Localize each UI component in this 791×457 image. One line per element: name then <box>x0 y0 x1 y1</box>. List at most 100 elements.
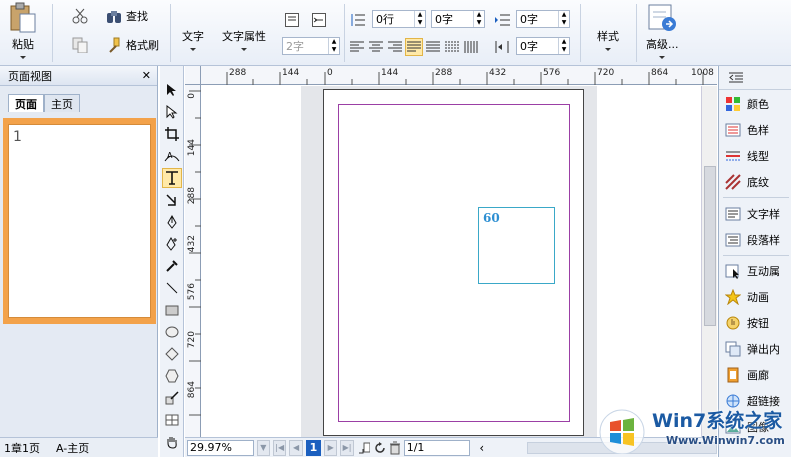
current-page-indicator[interactable]: 1 <box>305 439 321 456</box>
animation-panel-item[interactable]: 动画 <box>725 286 791 308</box>
chevron-up-icon[interactable]: ▲ <box>474 11 484 19</box>
align-right-button[interactable] <box>386 38 404 56</box>
columns-icon <box>464 41 478 53</box>
stroke-panel-item[interactable]: 线型 <box>725 145 791 167</box>
page-thumbnail[interactable]: 1 <box>8 124 151 318</box>
chevron-down-icon[interactable]: ▼ <box>559 46 569 54</box>
hexagon-icon <box>165 369 179 383</box>
tab-master[interactable]: 主页 <box>44 94 80 112</box>
first-page-button[interactable]: |◀ <box>273 439 287 456</box>
pen-tool[interactable] <box>162 212 182 232</box>
line-spacing-stepper[interactable]: 0行 ▲ ▼ <box>372 10 426 28</box>
scroll-left-icon[interactable]: ‹ <box>479 441 484 455</box>
text-menu-button[interactable]: 文字 <box>182 26 204 51</box>
popup-panel-item[interactable]: 弹出内 <box>725 338 791 360</box>
vertical-scrollbar[interactable] <box>701 86 717 437</box>
page-count-field[interactable]: 1/1 <box>403 439 471 456</box>
color-panel-item[interactable]: 颜色 <box>725 93 791 115</box>
scrollbar-thumb[interactable] <box>704 166 716 326</box>
add-anchor-tool[interactable] <box>162 234 182 254</box>
chevron-up-icon[interactable]: ▲ <box>559 11 569 19</box>
table-tool[interactable] <box>162 410 182 430</box>
document-page[interactable]: 60 <box>323 89 584 436</box>
align-top-button[interactable] <box>283 11 301 29</box>
char-spacing-stepper[interactable]: 0字 ▲ ▼ <box>431 10 485 28</box>
chevron-down-icon[interactable]: ▼ <box>474 19 484 27</box>
justify-icon <box>407 41 421 52</box>
font-size-stepper[interactable]: 2字 ▲ ▼ <box>282 37 340 55</box>
style-button[interactable]: 样式 <box>597 26 619 51</box>
eyedropper-tool[interactable] <box>162 256 182 276</box>
line-tool-alt[interactable] <box>162 190 182 210</box>
indent-left-stepper[interactable]: 0字 ▲ ▼ <box>516 10 570 28</box>
hand-pointer-icon <box>726 316 740 330</box>
path-text-tool[interactable]: A <box>162 146 182 166</box>
line-tool[interactable] <box>162 278 182 298</box>
ruler-corner[interactable] <box>185 66 201 85</box>
hand-tool[interactable] <box>162 432 182 452</box>
align-left-button[interactable] <box>348 38 366 56</box>
text-properties-button[interactable]: 文字属性 <box>222 26 266 51</box>
justify-all-button[interactable] <box>424 38 442 56</box>
paragraph-style-panel-item[interactable]: 段落样 <box>725 229 791 251</box>
chevron-down-icon <box>605 48 611 51</box>
image-panel-item[interactable]: 图像 <box>725 416 791 438</box>
direct-select-tool[interactable] <box>162 102 182 122</box>
trash-icon[interactable] <box>389 441 401 455</box>
panel-collapse-button[interactable] <box>719 66 791 90</box>
add-page-icon[interactable] <box>357 441 371 455</box>
text-frame[interactable]: 60 <box>478 207 555 284</box>
select-tool[interactable] <box>162 80 182 100</box>
document-canvas[interactable]: 60 <box>202 86 717 437</box>
justify-button[interactable] <box>405 38 423 56</box>
ellipse-tool[interactable] <box>162 322 182 342</box>
advanced-button[interactable]: 高级... <box>646 2 679 59</box>
chevron-down-icon[interactable]: ▼ <box>329 46 339 54</box>
pattern-panel-item[interactable]: 底纹 <box>725 171 791 193</box>
vertical-ruler[interactable]: 0 144 288 432 576 720 864 <box>185 85 201 437</box>
format-painter-button[interactable]: 格式刷 <box>106 37 159 53</box>
distribute-button[interactable] <box>443 38 461 56</box>
interactive-panel-item[interactable]: 互动属 <box>725 260 791 282</box>
prev-page-button[interactable]: ◀ <box>289 439 303 456</box>
tab-pages[interactable]: 页面 <box>8 94 44 112</box>
align-center-button[interactable] <box>367 38 385 56</box>
cut-button[interactable] <box>72 8 88 24</box>
find-button[interactable]: 查找 <box>106 8 148 24</box>
align-middle-button[interactable] <box>310 11 328 29</box>
distribute-columns-button[interactable] <box>462 38 480 56</box>
first-line-indent-stepper[interactable]: 0字 ▲ ▼ <box>516 37 570 55</box>
chevron-up-icon[interactable]: ▲ <box>559 38 569 46</box>
text-style-panel-item[interactable]: 文字样 <box>725 203 791 225</box>
last-page-button[interactable]: ▶| <box>340 439 354 456</box>
rectangle-tool[interactable] <box>162 300 182 320</box>
page-thumbnail-selected[interactable]: 1 <box>3 118 156 324</box>
swatches-icon <box>725 123 741 137</box>
zoom-field[interactable]: 29.97% <box>187 439 254 456</box>
diamond-tool[interactable] <box>162 344 182 364</box>
chevron-up-icon[interactable]: ▲ <box>329 38 339 46</box>
next-page-button[interactable]: ▶ <box>323 439 338 456</box>
horizontal-scrollbar[interactable] <box>527 441 718 454</box>
button-panel-item[interactable]: 按钮 <box>725 312 791 334</box>
crop-tool[interactable] <box>162 124 182 144</box>
hyperlink-panel-item[interactable]: 超链接 <box>725 390 791 412</box>
gallery-panel-item[interactable]: 画廊 <box>725 364 791 386</box>
chevron-down-icon[interactable]: ▼ <box>415 19 425 27</box>
interactive-icon <box>725 264 739 279</box>
gradient-tool[interactable] <box>162 388 182 408</box>
text-tool[interactable] <box>162 168 182 188</box>
copy-button[interactable] <box>72 37 88 53</box>
char-spacing-value: 0字 <box>435 13 453 26</box>
gallery-icon <box>727 367 739 383</box>
horizontal-ruler[interactable]: 288 144 0 144 288 432 576 720 864 1008 <box>201 66 717 85</box>
paste-button[interactable]: 粘贴 <box>8 2 38 59</box>
chevron-up-icon[interactable]: ▲ <box>415 11 425 19</box>
swatches-panel-item[interactable]: 色样 <box>725 119 791 141</box>
chevron-down-icon[interactable]: ▼ <box>559 19 569 27</box>
zoom-dropdown[interactable]: ▼ <box>256 439 271 456</box>
refresh-icon[interactable] <box>373 441 386 455</box>
close-icon[interactable]: ✕ <box>142 69 151 82</box>
text-frame-content[interactable]: 60 <box>483 211 500 225</box>
polygon-tool[interactable] <box>162 366 182 386</box>
